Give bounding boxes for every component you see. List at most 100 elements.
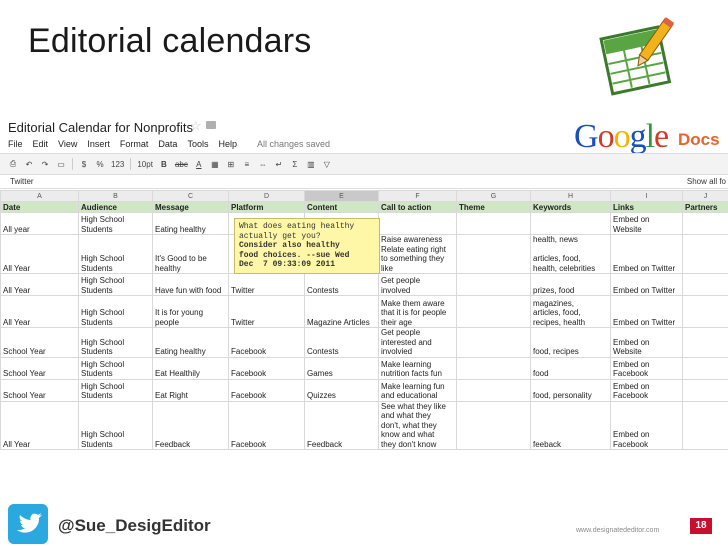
- column-header[interactable]: J: [682, 190, 728, 202]
- align-icon[interactable]: ≡: [242, 160, 252, 169]
- table-cell[interactable]: Contests: [304, 273, 379, 296]
- table-cell[interactable]: High School Students: [78, 234, 153, 274]
- formula-value[interactable]: Twitter: [10, 177, 34, 186]
- table-cell[interactable]: [456, 378, 531, 402]
- table-cell[interactable]: [682, 356, 728, 380]
- table-cell[interactable]: Eat Healthily: [152, 356, 229, 380]
- table-cell[interactable]: It's Good to be healthy: [152, 234, 229, 274]
- table-cell[interactable]: School Year: [0, 378, 79, 402]
- header-cell[interactable]: Audience: [78, 201, 153, 213]
- column-header[interactable]: G: [456, 190, 531, 202]
- table-cell[interactable]: [456, 295, 531, 328]
- table-cell[interactable]: food: [530, 356, 611, 380]
- table-cell[interactable]: Twitter: [228, 295, 305, 328]
- table-cell[interactable]: [530, 212, 611, 235]
- table-cell[interactable]: [682, 327, 728, 358]
- table-cell[interactable]: Eating healthy: [152, 327, 229, 358]
- undo-icon[interactable]: ↶: [24, 160, 34, 169]
- table-cell[interactable]: All year: [0, 212, 79, 235]
- menu-help[interactable]: Help: [218, 139, 237, 149]
- table-cell[interactable]: [456, 234, 531, 274]
- table-cell[interactable]: Embed on Facebook: [610, 378, 683, 402]
- column-header-selected[interactable]: E: [304, 190, 379, 202]
- borders-icon[interactable]: ⊞: [226, 160, 236, 169]
- number-format-button[interactable]: 123: [111, 160, 124, 169]
- table-cell[interactable]: [456, 356, 531, 380]
- table-cell[interactable]: Get people interested and involvied: [378, 327, 457, 358]
- table-cell[interactable]: Magazine Articles: [304, 295, 379, 328]
- table-cell[interactable]: Raise awareness Relate eating right to s…: [378, 234, 457, 274]
- font-size-select[interactable]: 10pt: [137, 160, 153, 169]
- chart-icon[interactable]: ▥: [306, 160, 316, 169]
- table-cell[interactable]: High School Students: [78, 400, 153, 450]
- header-cell[interactable]: Partners: [682, 201, 728, 213]
- table-cell[interactable]: High School Students: [78, 273, 153, 296]
- table-cell[interactable]: High School Students: [78, 295, 153, 328]
- menu-tools[interactable]: Tools: [187, 139, 208, 149]
- table-cell[interactable]: [682, 212, 728, 235]
- filter-icon[interactable]: ▽: [322, 160, 332, 169]
- table-cell[interactable]: prizes, food: [530, 273, 611, 296]
- table-cell[interactable]: Facebook: [228, 356, 305, 380]
- star-icon[interactable]: ☆: [190, 118, 202, 134]
- bold-button[interactable]: B: [159, 160, 169, 169]
- table-cell[interactable]: All Year: [0, 234, 79, 274]
- table-cell[interactable]: feeback: [530, 400, 611, 450]
- table-cell[interactable]: Quizzes: [304, 378, 379, 402]
- table-cell[interactable]: [456, 400, 531, 450]
- table-cell[interactable]: [682, 273, 728, 296]
- table-cell[interactable]: [456, 273, 531, 296]
- menu-data[interactable]: Data: [158, 139, 177, 149]
- folder-icon[interactable]: [206, 121, 216, 129]
- sum-button[interactable]: Σ: [290, 160, 300, 169]
- column-header[interactable]: D: [228, 190, 305, 202]
- table-cell[interactable]: Feedback: [304, 400, 379, 450]
- table-cell[interactable]: Have fun with food: [152, 273, 229, 296]
- table-cell[interactable]: food, personality: [530, 378, 611, 402]
- table-cell[interactable]: High School Students: [78, 356, 153, 380]
- table-cell[interactable]: magazines, articles, food, recipes, heal…: [530, 295, 611, 328]
- table-cell[interactable]: Facebook: [228, 378, 305, 402]
- currency-button[interactable]: $: [79, 160, 89, 169]
- table-cell[interactable]: Feedback: [152, 400, 229, 450]
- header-cell[interactable]: Links: [610, 201, 683, 213]
- font-color-button[interactable]: A: [194, 160, 204, 169]
- table-cell[interactable]: Embed on Facebook: [610, 400, 683, 450]
- table-cell[interactable]: [456, 212, 531, 235]
- table-cell[interactable]: Twitter: [228, 273, 305, 296]
- table-cell[interactable]: Contests: [304, 327, 379, 358]
- table-cell[interactable]: Eat Right: [152, 378, 229, 402]
- table-cell[interactable]: Make learning fun and educational: [378, 378, 457, 402]
- table-cell[interactable]: High School Students: [78, 327, 153, 358]
- column-header[interactable]: F: [378, 190, 457, 202]
- show-all-formulas[interactable]: Show all fo: [687, 177, 726, 186]
- table-cell[interactable]: Eating healthy: [152, 212, 229, 235]
- merge-icon[interactable]: ⇔: [258, 160, 268, 169]
- table-cell[interactable]: Embed on Facebook: [610, 356, 683, 380]
- table-cell[interactable]: food, recipes: [530, 327, 611, 358]
- table-cell[interactable]: Embed on Twitter: [610, 273, 683, 296]
- table-cell[interactable]: Facebook: [228, 400, 305, 450]
- header-cell[interactable]: Call to action: [378, 201, 457, 213]
- column-header[interactable]: I: [610, 190, 683, 202]
- table-cell[interactable]: [682, 400, 728, 450]
- strikethrough-button[interactable]: abc: [175, 160, 188, 169]
- fill-color-icon[interactable]: ▦: [210, 160, 220, 169]
- table-cell[interactable]: [378, 212, 457, 235]
- header-cell[interactable]: Keywords: [530, 201, 611, 213]
- menu-file[interactable]: File: [8, 139, 23, 149]
- table-cell[interactable]: Embed on Website: [610, 212, 683, 235]
- redo-icon[interactable]: ↷: [40, 160, 50, 169]
- table-cell[interactable]: High School Students: [78, 378, 153, 402]
- table-cell[interactable]: [682, 295, 728, 328]
- table-cell[interactable]: Games: [304, 356, 379, 380]
- table-cell[interactable]: Make learning nutrition facts fun: [378, 356, 457, 380]
- table-cell[interactable]: Embed on Website: [610, 327, 683, 358]
- table-cell[interactable]: Embed on Twitter: [610, 295, 683, 328]
- cell-comment-popup[interactable]: What does eating healthy actually get yo…: [234, 218, 380, 274]
- print-icon[interactable]: ⎙: [8, 159, 18, 169]
- table-cell[interactable]: Embed on Twitter: [610, 234, 683, 274]
- header-cell[interactable]: Platform: [228, 201, 305, 213]
- percent-button[interactable]: %: [95, 160, 105, 169]
- table-cell[interactable]: See what they like and what they don't, …: [378, 400, 457, 450]
